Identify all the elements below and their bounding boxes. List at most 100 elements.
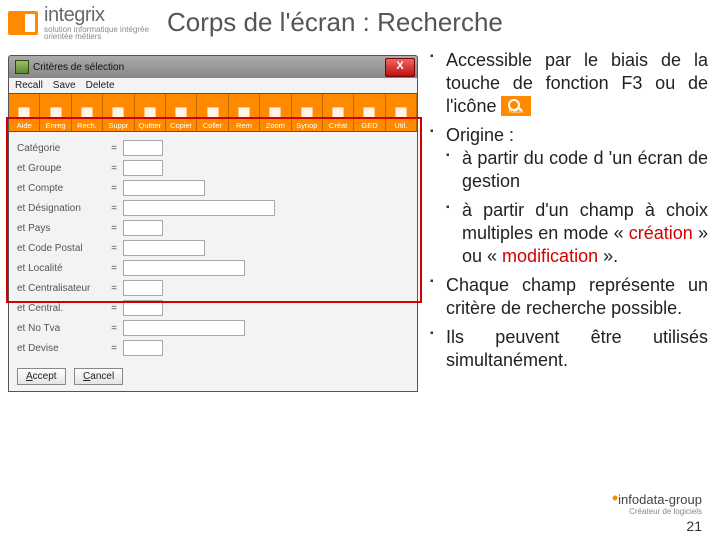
field-op: = bbox=[109, 303, 119, 314]
field-row: et Groupe= bbox=[17, 160, 409, 176]
toolbar-icon bbox=[206, 106, 220, 120]
field-row: et Devise= bbox=[17, 340, 409, 356]
toolbar-icon bbox=[237, 106, 251, 120]
field-op: = bbox=[109, 283, 119, 294]
bullet-1: Accessible par le biais de la touche de … bbox=[430, 49, 708, 118]
field-label: et Devise bbox=[17, 343, 109, 354]
logo-tagline2: orientée métiers bbox=[44, 32, 149, 41]
field-op: = bbox=[109, 163, 119, 174]
toolbar-quitter[interactable]: Quitter bbox=[135, 94, 166, 131]
slide-title: Corps de l'écran : Recherche bbox=[167, 7, 503, 38]
field-op: = bbox=[109, 223, 119, 234]
search-form: Catégorie=et Groupe=et Compte=et Désigna… bbox=[8, 132, 418, 392]
field-label: et Centralisateur bbox=[17, 283, 109, 294]
toolbar-coller[interactable]: Coller bbox=[197, 94, 228, 131]
field-label: et Compte bbox=[17, 183, 109, 194]
field-op: = bbox=[109, 243, 119, 254]
app-screenshot: Critères de sélection X Recall Save Dele… bbox=[8, 55, 418, 392]
field-label: et Localité bbox=[17, 263, 109, 274]
field-row: et Central.= bbox=[17, 300, 409, 316]
cancel-button[interactable]: Cancel bbox=[74, 368, 123, 385]
field-row: et Code Postal= bbox=[17, 240, 409, 256]
bullet-3: Chaque champ représente un critère de re… bbox=[430, 274, 708, 320]
field-row: et Localité= bbox=[17, 260, 409, 276]
field-op: = bbox=[109, 343, 119, 354]
toolbar: AideEnregRech.SupprQuitterCopierCollerRe… bbox=[8, 93, 418, 132]
toolbar-enreg[interactable]: Enreg bbox=[40, 94, 71, 131]
field-input[interactable] bbox=[123, 140, 163, 156]
logo-text: integrix bbox=[44, 4, 149, 27]
field-row: et No Tva= bbox=[17, 320, 409, 336]
bullet-2b: à partir d'un champ à choix multiples en… bbox=[446, 199, 708, 268]
menu-recall[interactable]: Recall bbox=[15, 80, 43, 91]
toolbar-icon bbox=[362, 106, 376, 120]
toolbar-icon bbox=[17, 106, 31, 120]
footer-logo: •infodata-group bbox=[612, 492, 702, 507]
toolbar-icon bbox=[394, 106, 408, 120]
field-input[interactable] bbox=[123, 340, 163, 356]
toolbar-icon bbox=[174, 106, 188, 120]
close-button[interactable]: X bbox=[385, 58, 415, 77]
field-row: et Centralisateur= bbox=[17, 280, 409, 296]
toolbar-icon bbox=[111, 106, 125, 120]
toolbar-icon bbox=[268, 106, 282, 120]
field-label: et Code Postal bbox=[17, 243, 109, 254]
field-label: et Désignation bbox=[17, 203, 109, 214]
integrix-logo: integrix solution informatique intégrée … bbox=[8, 4, 149, 41]
field-row: Catégorie= bbox=[17, 140, 409, 156]
window-title: Critères de sélection bbox=[33, 62, 124, 73]
field-op: = bbox=[109, 143, 119, 154]
menubar: Recall Save Delete bbox=[8, 78, 418, 93]
field-input[interactable] bbox=[123, 220, 163, 236]
toolbar-synop[interactable]: Synop bbox=[292, 94, 323, 131]
page-number: 21 bbox=[612, 518, 702, 534]
window-titlebar: Critères de sélection X bbox=[8, 55, 418, 78]
field-row: et Pays= bbox=[17, 220, 409, 236]
field-label: et Pays bbox=[17, 223, 109, 234]
field-input[interactable] bbox=[123, 200, 275, 216]
field-input[interactable] bbox=[123, 180, 205, 196]
field-input[interactable] bbox=[123, 240, 205, 256]
field-input[interactable] bbox=[123, 320, 245, 336]
slide-text: Accessible par le biais de la touche de … bbox=[418, 49, 708, 392]
field-row: et Compte= bbox=[17, 180, 409, 196]
toolbar-rem[interactable]: Rem bbox=[229, 94, 260, 131]
bullet-2a: à partir du code d 'un écran de gestion bbox=[446, 147, 708, 193]
field-op: = bbox=[109, 323, 119, 334]
accept-button[interactable]: AAcceptccept bbox=[17, 368, 66, 385]
toolbar-aide[interactable]: Aide bbox=[9, 94, 40, 131]
field-label: et Groupe bbox=[17, 163, 109, 174]
bullet-4: Ils peuvent être utilisés simultanément. bbox=[430, 326, 708, 372]
toolbar-rech[interactable]: Rech. bbox=[72, 94, 103, 131]
slide-header: integrix solution informatique intégrée … bbox=[0, 0, 720, 41]
logo-mark-icon bbox=[8, 11, 38, 35]
toolbar-util[interactable]: Util. bbox=[386, 94, 417, 131]
field-op: = bbox=[109, 203, 119, 214]
field-label: et No Tva bbox=[17, 323, 109, 334]
toolbar-icon bbox=[331, 106, 345, 120]
search-icon: Rech. bbox=[501, 96, 531, 116]
field-input[interactable] bbox=[123, 300, 163, 316]
footer-tagline: Créateur de logiciels bbox=[612, 507, 702, 516]
field-input[interactable] bbox=[123, 160, 163, 176]
toolbar-crat[interactable]: Créat bbox=[323, 94, 354, 131]
bullet-2: Origine : à partir du code d 'un écran d… bbox=[430, 124, 708, 268]
toolbar-icon bbox=[300, 106, 314, 120]
toolbar-icon bbox=[80, 106, 94, 120]
menu-delete[interactable]: Delete bbox=[86, 80, 115, 91]
toolbar-zoom[interactable]: Zoom bbox=[260, 94, 291, 131]
toolbar-icon bbox=[143, 106, 157, 120]
field-input[interactable] bbox=[123, 280, 163, 296]
toolbar-suppr[interactable]: Suppr bbox=[103, 94, 134, 131]
field-label: et Central. bbox=[17, 303, 109, 314]
menu-save[interactable]: Save bbox=[53, 80, 76, 91]
toolbar-icon bbox=[49, 106, 63, 120]
toolbar-copier[interactable]: Copier bbox=[166, 94, 197, 131]
field-label: Catégorie bbox=[17, 143, 109, 154]
toolbar-ged[interactable]: GED bbox=[354, 94, 385, 131]
field-op: = bbox=[109, 183, 119, 194]
field-op: = bbox=[109, 263, 119, 274]
field-input[interactable] bbox=[123, 260, 245, 276]
window-icon bbox=[15, 60, 29, 74]
slide-footer: •infodata-group Créateur de logiciels 21 bbox=[612, 492, 702, 534]
